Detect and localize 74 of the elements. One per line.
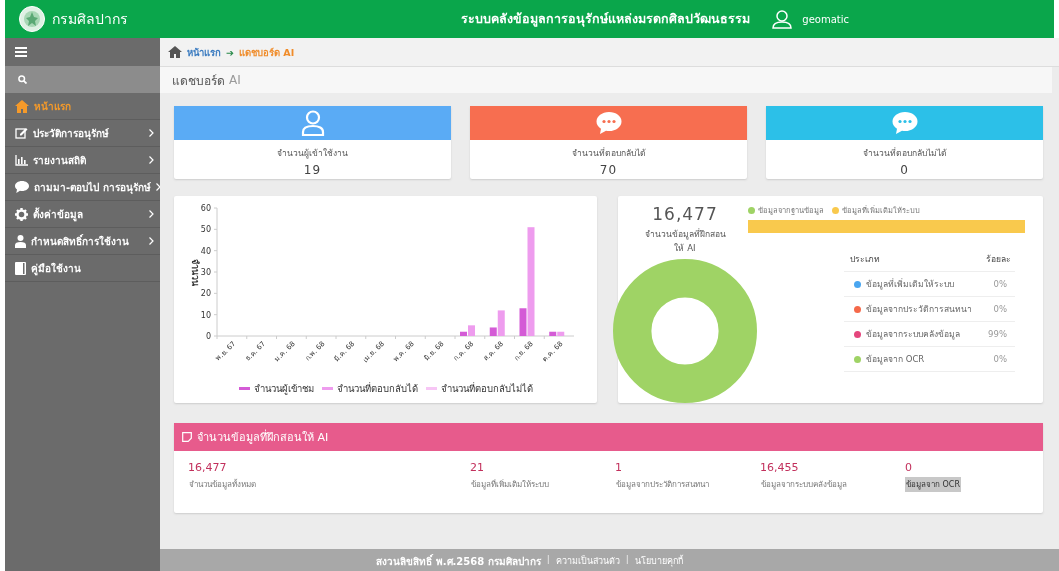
sidebar-item[interactable]: คู่มือใช้งาน: [5, 255, 160, 282]
count-label: จำนวนข้อมูลทั้งหมด: [188, 478, 257, 492]
person-icon: [15, 234, 26, 248]
count-value: 16,455: [760, 461, 800, 474]
y-tick-label: 50: [200, 225, 211, 235]
sidebar-item[interactable]: ประวัติการอนุรักษ์: [5, 120, 160, 147]
breadcrumb-current: แดชบอร์ด AI: [238, 45, 295, 60]
total-count: 16,477: [652, 204, 718, 224]
user-icon[interactable]: [772, 9, 793, 29]
speech-bubble-icon: [594, 111, 623, 135]
legend-label: จำนวนที่ตอบกลับไม่ได้: [440, 381, 533, 396]
type-label: ข้อมูลที่เพิ่มเติมให้ระบบ: [866, 277, 954, 291]
page-title-suffix: AI: [229, 73, 241, 87]
legend-swatch: [238, 387, 250, 390]
speech-bubble-icon: [15, 181, 29, 193]
brand-name: กรมศิลปากร: [52, 10, 129, 29]
type-label: ข้อมูลจากประวัติการสนทนา: [866, 303, 972, 316]
y-axis-title: จำนวน: [190, 258, 200, 286]
sidebar-item[interactable]: กำหนดสิทธิ์การใช้งาน: [5, 228, 160, 255]
person-icon: [300, 110, 325, 136]
panel-title: จำนวนข้อมูลที่ฝึกสอนให้ AI: [197, 428, 329, 446]
breadcrumb-arrow: ➔: [226, 46, 234, 58]
search-icon[interactable]: [18, 75, 27, 84]
edit-icon: [15, 127, 28, 139]
percent-value: 0%: [993, 304, 1007, 314]
type-label: ข้อมูลจากระบบคลังข้อมูล: [866, 328, 960, 341]
page-title: แดชบอร์ด: [172, 72, 225, 90]
count-label: ข้อมูลจากประวัติการสนทนา: [615, 479, 710, 492]
y-tick-label: 30: [200, 268, 211, 277]
legend-label: จำนวนที่ตอบกลับได้: [336, 381, 418, 396]
book-icon: [15, 261, 26, 275]
percent-value: 0%: [993, 279, 1007, 289]
type-label: ข้อมูลจาก OCR: [866, 353, 925, 366]
column-header: ร้อยละ: [986, 253, 1011, 266]
copyright-text: สงวนลิขสิทธิ์ พ.ศ.2568 กรมศิลปากร: [376, 554, 541, 569]
legend-swatch: [321, 387, 333, 390]
home-icon: [15, 99, 29, 113]
gear-icon: [15, 207, 28, 221]
y-tick-label: 0: [205, 332, 211, 341]
footer-separator: |: [546, 554, 550, 564]
note-icon: [182, 432, 192, 442]
percent-value: 0%: [993, 354, 1007, 364]
y-tick-label: 60: [200, 204, 211, 213]
footer-separator: |: [625, 554, 629, 564]
count-value: 16,477: [188, 461, 228, 474]
count-label: ข้อมูลที่เพิ่มเติมให้ระบบ: [470, 478, 550, 492]
stat-value: 19: [302, 163, 323, 177]
stat-label: จำนวนที่ตอบกลับได้: [570, 146, 647, 160]
count-label: ข้อมูลจากระบบคลังข้อมูล: [760, 479, 848, 492]
count-value: 21: [470, 461, 485, 474]
bar-chart-icon: [15, 154, 28, 166]
breadcrumb-link[interactable]: หน้าแรก: [187, 44, 221, 60]
stat-value: 70: [598, 163, 619, 177]
y-tick-label: 10: [200, 310, 211, 320]
home-icon[interactable]: [168, 46, 182, 58]
y-tick-label: 20: [200, 289, 211, 299]
user-name[interactable]: geomatic: [802, 13, 849, 25]
sidebar-item[interactable]: ถามมา-ตอบไป การอนุรักษ์: [5, 174, 160, 201]
count-value: 1: [615, 461, 623, 474]
y-tick-label: 40: [200, 246, 211, 256]
seal-logo: [19, 6, 45, 32]
total-caption: จำนวนข้อมูลที่ฝึกสอนให้ AI: [643, 227, 727, 255]
menu-icon[interactable]: [15, 47, 27, 57]
count-value: 0: [905, 461, 913, 474]
column-header: ประเภท: [850, 253, 880, 266]
stat-label: จำนวนผู้เข้าใช้งาน: [276, 147, 349, 160]
speech-bubble-icon: [890, 111, 919, 135]
percent-value: 99%: [988, 329, 1007, 339]
legend-label: จำนวนผู้เข้าชม: [253, 382, 314, 396]
stat-label: จำนวนที่ตอบกลับไม่ได้: [861, 146, 948, 160]
legend-swatch: [425, 387, 437, 390]
system-title: ระบบคลังข้อมูลการอนุรักษ์แหล่งมรดกศิลปวัฒนธรรม: [461, 10, 751, 29]
count-label: ข้อมูลจาก OCR: [905, 477, 961, 492]
stat-value: 0: [899, 163, 910, 177]
